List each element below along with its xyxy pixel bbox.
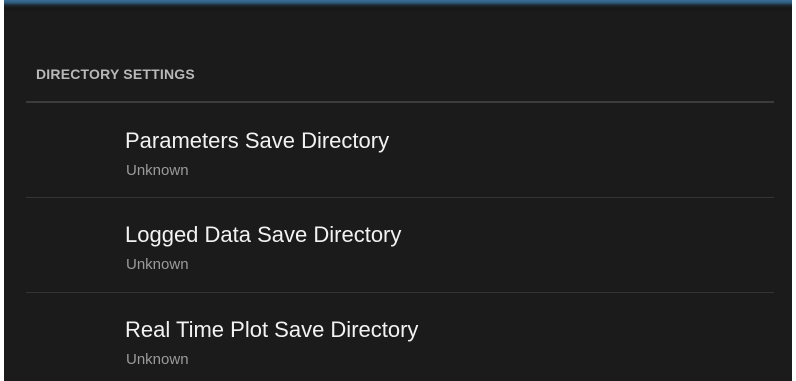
settings-screen: DIRECTORY SETTINGS Parameters Save Direc…: [4, 0, 792, 381]
pref-item-logged-data-save-directory[interactable]: Logged Data Save Directory Unknown: [4, 198, 792, 292]
pref-title: Parameters Save Directory: [125, 128, 390, 153]
pref-title: Logged Data Save Directory: [125, 222, 402, 247]
pref-item-real-time-plot-save-directory[interactable]: Real Time Plot Save Directory Unknown: [4, 293, 792, 381]
pref-summary: Unknown: [126, 256, 189, 273]
section-header-directory-settings: DIRECTORY SETTINGS: [36, 66, 195, 82]
pref-title: Real Time Plot Save Directory: [125, 317, 419, 342]
top-bar: [4, 0, 792, 12]
pref-summary: Unknown: [126, 351, 189, 368]
pref-summary: Unknown: [126, 162, 189, 179]
section-divider: [26, 101, 774, 103]
pref-item-parameters-save-directory[interactable]: Parameters Save Directory Unknown: [4, 104, 792, 198]
